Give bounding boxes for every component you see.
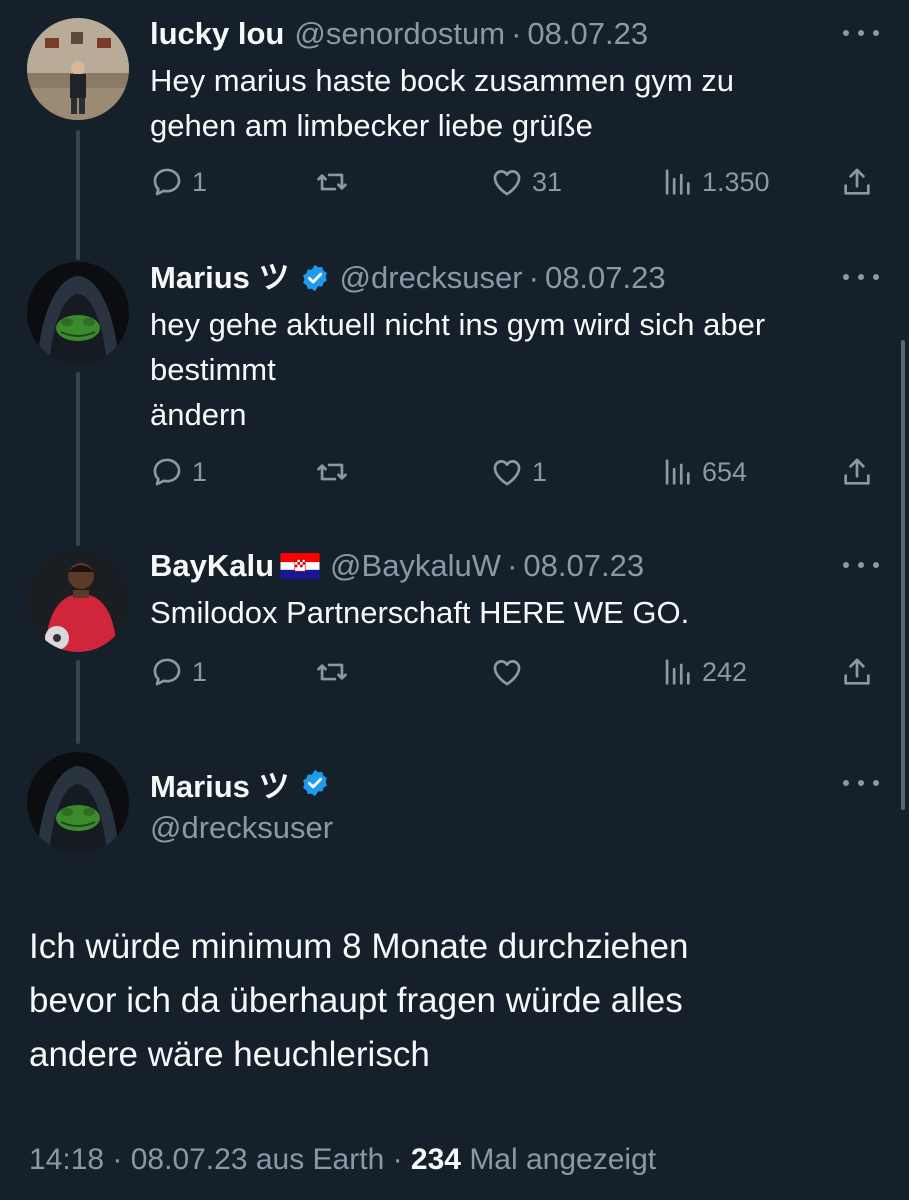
tweet-text: Ich würde minimum 8 Monate durchziehen b… (29, 920, 889, 1082)
tweet-text-line: Ich würde minimum 8 Monate durchziehen (29, 927, 689, 966)
name-row: Marius ツ (150, 760, 333, 806)
main-tweet[interactable]: Marius ツ @drecksuser Ich würde minimum 8… (0, 752, 909, 1200)
more-icon[interactable] (843, 550, 879, 580)
thread-line (76, 130, 80, 260)
share-icon (844, 458, 870, 485)
more-icon[interactable] (843, 768, 879, 798)
tweet-header: Marius ツ @drecksuser · 08.07.23 (150, 256, 666, 300)
tweet-text: Smilodox Partnerschaft HERE WE GO. (150, 590, 870, 635)
tweet-text-line: Hey marius haste bock zusammen gym zu (150, 63, 735, 98)
timestamp-location[interactable]: 14:18 · 08.07.23 aus Earth · (29, 1143, 411, 1176)
action-bar: 1 31 1.350 (150, 162, 890, 202)
views-label: Mal angezeigt (460, 1143, 657, 1176)
avatar[interactable] (27, 262, 129, 364)
reply-icon (153, 658, 181, 686)
views-count: 654 (702, 456, 748, 487)
reply-button[interactable]: 1 (150, 162, 207, 202)
verified-badge-icon (302, 264, 327, 292)
reply-icon (153, 458, 181, 486)
tweet-text-line: andere wäre heuchlerisch (29, 1035, 430, 1074)
separator: · (528, 260, 539, 295)
tweet-header: lucky lou @senordostum · 08.07.23 (150, 12, 648, 56)
share-button[interactable] (840, 452, 874, 492)
croatia-flag (280, 553, 320, 579)
share-icon (844, 658, 870, 685)
separator: · (511, 16, 522, 51)
tweet-3[interactable]: BayKalu @BaykaluW · 08.07.23 Smilodox Pa… (0, 544, 909, 744)
tweet-text-line: hey gehe aktuell nicht ins gym wird sich… (150, 307, 766, 342)
retweet-icon (317, 663, 347, 681)
like-icon (493, 660, 521, 686)
tweet-2[interactable]: Marius ツ @drecksuser · 08.07.23 hey gehe… (0, 256, 909, 546)
user-handle[interactable]: @BaykaluW (330, 544, 501, 588)
display-name[interactable]: Marius ツ (150, 761, 290, 806)
separator: · (507, 548, 518, 583)
display-name[interactable]: Marius ツ (150, 256, 290, 300)
retweet-button[interactable] (315, 652, 357, 692)
reply-button[interactable]: 1 (150, 652, 207, 692)
share-button[interactable] (840, 162, 874, 202)
user-handle[interactable]: @drecksuser (340, 256, 523, 300)
retweet-icon (317, 463, 347, 481)
display-name[interactable]: BayKalu (150, 544, 274, 588)
like-count: 1 (532, 456, 548, 487)
tweet-text-line: bestimmt (150, 352, 276, 387)
reply-count: 1 (192, 656, 208, 687)
thread-line (76, 372, 80, 546)
like-button[interactable]: 1 (490, 452, 547, 492)
scrollbar[interactable] (901, 340, 905, 810)
like-icon (493, 170, 521, 196)
like-count: 31 (532, 166, 563, 197)
tweet-date[interactable]: 08.07.23 (523, 544, 644, 588)
avatar[interactable] (27, 18, 129, 120)
views-button[interactable]: 1.350 (660, 162, 770, 202)
views-button[interactable]: 654 (660, 452, 747, 492)
views-count: 1.350 (702, 166, 770, 197)
views-icon (665, 659, 690, 685)
thread-line (76, 660, 80, 744)
like-button[interactable]: 31 (490, 162, 562, 202)
like-icon (493, 460, 521, 486)
views-count: 242 (702, 656, 748, 687)
tweet-text-line: Smilodox Partnerschaft HERE WE GO. (150, 595, 690, 630)
like-button[interactable] (490, 652, 532, 692)
action-bar: 1 1 654 (150, 452, 890, 492)
retweet-icon (317, 173, 347, 191)
views-button[interactable]: 242 (660, 652, 747, 692)
user-handle[interactable]: @drecksuser (150, 806, 333, 850)
avatar[interactable] (27, 550, 129, 652)
tweet-text-line: bevor ich da überhaupt fragen würde alle… (29, 981, 683, 1020)
reply-count: 1 (192, 166, 208, 197)
reply-icon (153, 168, 181, 196)
retweet-button[interactable] (315, 452, 357, 492)
tweet-text: Hey marius haste bock zusammen gym zu ge… (150, 58, 870, 148)
avatar[interactable] (27, 752, 129, 854)
user-handle[interactable]: @senordostum (294, 12, 505, 56)
verified-badge-icon (302, 769, 327, 797)
views-icon (665, 169, 690, 195)
retweet-button[interactable] (315, 162, 357, 202)
tweet-text-line: ändern (150, 397, 247, 432)
tweet-date[interactable]: 08.07.23 (527, 12, 648, 56)
main-tweet-header: Marius ツ @drecksuser (150, 760, 333, 850)
tweet-text-line: gehen am limbecker liebe grüße (150, 108, 593, 143)
tweet-date[interactable]: 08.07.23 (545, 256, 666, 300)
more-icon[interactable] (843, 262, 879, 292)
share-button[interactable] (840, 652, 874, 692)
tweet-header: BayKalu @BaykaluW · 08.07.23 (150, 544, 644, 588)
action-bar: 1 242 (150, 652, 890, 692)
tweet-meta: 14:18 · 08.07.23 aus Earth · 234 Mal ang… (29, 1140, 656, 1180)
views-icon (665, 459, 690, 485)
view-count: 234 (410, 1143, 461, 1176)
tweet-text: hey gehe aktuell nicht ins gym wird sich… (150, 302, 870, 437)
share-icon (844, 168, 870, 195)
more-icon[interactable] (843, 18, 879, 48)
reply-button[interactable]: 1 (150, 452, 207, 492)
display-name[interactable]: lucky lou (150, 12, 284, 56)
reply-count: 1 (192, 456, 208, 487)
tweet-1[interactable]: lucky lou @senordostum · 08.07.23 Hey ma… (0, 12, 909, 272)
